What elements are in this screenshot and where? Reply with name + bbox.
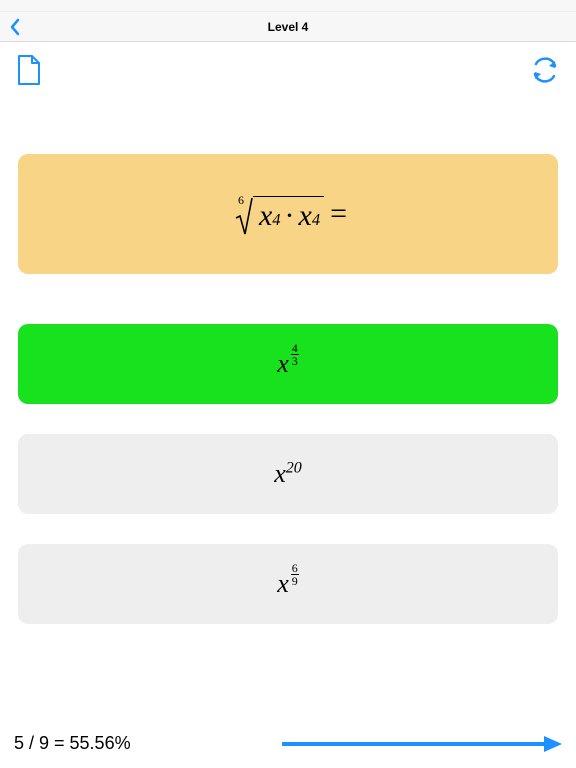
var1: x: [259, 199, 272, 233]
answer-expression: x20: [274, 459, 302, 489]
navbar: Level 4: [0, 12, 576, 42]
toolbar: [0, 42, 576, 98]
ans-base: x: [277, 349, 289, 378]
radicand: x4 · x4: [253, 196, 324, 233]
root-index: 6: [238, 193, 244, 208]
question-card: 6 x4 · x4 =: [18, 154, 558, 274]
ans-exponent-fraction: 43: [291, 342, 299, 367]
footer: 5 / 9 = 55.56%: [0, 733, 576, 754]
chevron-left-icon: [8, 17, 22, 37]
answer-expression: x69: [277, 569, 299, 599]
answer-option-2[interactable]: x20: [18, 434, 558, 514]
file-icon: [16, 54, 42, 86]
var2: x: [299, 199, 312, 233]
ans-base: x: [277, 569, 289, 598]
answer-option-1[interactable]: x43: [18, 324, 558, 404]
back-button[interactable]: [8, 17, 22, 37]
question-expression: 6 x4 · x4 =: [229, 192, 347, 236]
refresh-button[interactable]: [530, 57, 560, 83]
ans-exponent: 20: [286, 459, 302, 476]
status-bar: [0, 0, 576, 12]
operator: ·: [281, 199, 299, 233]
equals-sign: =: [324, 197, 347, 231]
page-title: Level 4: [268, 20, 309, 34]
ans-base: x: [274, 459, 286, 488]
ans-exponent-fraction: 69: [291, 562, 299, 587]
score-text: 5 / 9 = 55.56%: [14, 733, 131, 754]
next-button[interactable]: [282, 734, 562, 754]
arrow-right-icon: [282, 734, 562, 754]
new-file-button[interactable]: [16, 54, 42, 86]
answer-expression: x43: [277, 349, 299, 379]
content-area: 6 x4 · x4 = x43 x20 x69: [0, 154, 576, 624]
refresh-icon: [530, 57, 560, 83]
answer-option-3[interactable]: x69: [18, 544, 558, 624]
